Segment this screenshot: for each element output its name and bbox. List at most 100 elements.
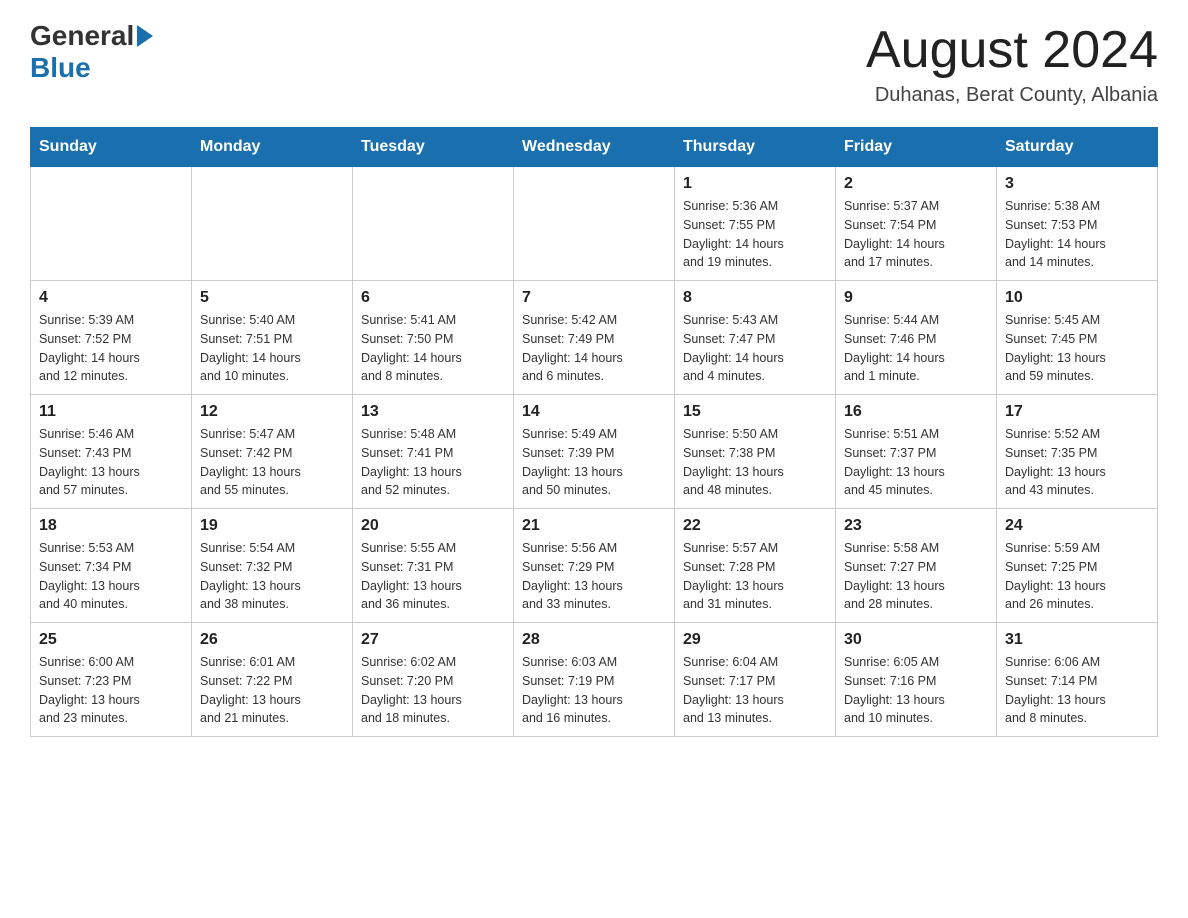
day-info: Sunrise: 5:59 AMSunset: 7:25 PMDaylight:…	[1005, 539, 1149, 614]
header-saturday: Saturday	[997, 128, 1158, 167]
day-number: 1	[683, 175, 827, 193]
calendar-week-3: 11Sunrise: 5:46 AMSunset: 7:43 PMDayligh…	[31, 395, 1158, 509]
calendar-cell-w1-d5: 1 Sunrise: 5:36 AMSunset: 7:55 PMDaylight…	[675, 167, 836, 281]
day-info: Sunrise: 5:57 AMSunset: 7:28 PMDaylight:…	[683, 539, 827, 614]
calendar-cell-w5-d1: 25 Sunrise: 6:00 AMSunset: 7:23 PMDayligh…	[31, 623, 192, 737]
calendar-cell-w5-d5: 29 Sunrise: 6:04 AMSunset: 7:17 PMDayligh…	[675, 623, 836, 737]
calendar-cell-w1-d6: 2 Sunrise: 5:37 AMSunset: 7:54 PMDaylight…	[836, 167, 997, 281]
day-number: 9	[844, 289, 988, 307]
day-number: 19	[200, 517, 344, 535]
calendar-cell-w1-d1	[31, 167, 192, 281]
day-number: 3	[1005, 175, 1149, 193]
calendar-cell-w2-d4: 7Sunrise: 5:42 AMSunset: 7:49 PMDaylight…	[514, 281, 675, 395]
day-number: 21	[522, 517, 666, 535]
day-info: Sunrise: 5:58 AMSunset: 7:27 PMDaylight:…	[844, 539, 988, 614]
day-number: 5	[200, 289, 344, 307]
calendar-cell-w3-d1: 11Sunrise: 5:46 AMSunset: 7:43 PMDayligh…	[31, 395, 192, 509]
day-info: Sunrise: 5:38 AMSunset: 7:53 PMDaylight:…	[1005, 197, 1149, 272]
day-info: Sunrise: 5:47 AMSunset: 7:42 PMDaylight:…	[200, 425, 344, 500]
day-info: Sunrise: 5:49 AMSunset: 7:39 PMDaylight:…	[522, 425, 666, 500]
day-info: Sunrise: 5:54 AMSunset: 7:32 PMDaylight:…	[200, 539, 344, 614]
calendar-cell-w2-d6: 9 Sunrise: 5:44 AMSunset: 7:46 PMDaylight…	[836, 281, 997, 395]
calendar-cell-w5-d4: 28 Sunrise: 6:03 AMSunset: 7:19 PMDayligh…	[514, 623, 675, 737]
calendar-cell-w4-d1: 18 Sunrise: 5:53 AMSunset: 7:34 PMDayligh…	[31, 509, 192, 623]
day-info: Sunrise: 6:03 AMSunset: 7:19 PMDaylight:…	[522, 653, 666, 728]
calendar-cell-w2-d7: 10 Sunrise: 5:45 AMSunset: 7:45 PMDayligh…	[997, 281, 1158, 395]
calendar-cell-w4-d3: 20Sunrise: 5:55 AMSunset: 7:31 PMDayligh…	[353, 509, 514, 623]
day-number: 27	[361, 631, 505, 649]
day-number: 31	[1005, 631, 1149, 649]
day-number: 8	[683, 289, 827, 307]
location-subtitle: Duhanas, Berat County, Albania	[866, 84, 1158, 107]
day-info: Sunrise: 5:50 AMSunset: 7:38 PMDaylight:…	[683, 425, 827, 500]
day-number: 12	[200, 403, 344, 421]
day-number: 29	[683, 631, 827, 649]
calendar-cell-w5-d7: 31 Sunrise: 6:06 AMSunset: 7:14 PMDayligh…	[997, 623, 1158, 737]
day-number: 24	[1005, 517, 1149, 535]
calendar-cell-w5-d2: 26 Sunrise: 6:01 AMSunset: 7:22 PMDayligh…	[192, 623, 353, 737]
day-number: 16	[844, 403, 988, 421]
weekday-header-row: Sunday Monday Tuesday Wednesday Thursday…	[31, 128, 1158, 167]
day-info: Sunrise: 5:40 AMSunset: 7:51 PMDaylight:…	[200, 311, 344, 386]
day-info: Sunrise: 6:02 AMSunset: 7:20 PMDaylight:…	[361, 653, 505, 728]
page-header: General Blue August 2024 Duhanas, Berat …	[30, 20, 1158, 107]
calendar-cell-w1-d2	[192, 167, 353, 281]
day-number: 28	[522, 631, 666, 649]
day-info: Sunrise: 5:56 AMSunset: 7:29 PMDaylight:…	[522, 539, 666, 614]
day-info: Sunrise: 6:06 AMSunset: 7:14 PMDaylight:…	[1005, 653, 1149, 728]
day-number: 10	[1005, 289, 1149, 307]
calendar-cell-w1-d3	[353, 167, 514, 281]
calendar-week-4: 18 Sunrise: 5:53 AMSunset: 7:34 PMDayligh…	[31, 509, 1158, 623]
header-sunday: Sunday	[31, 128, 192, 167]
day-info: Sunrise: 5:48 AMSunset: 7:41 PMDaylight:…	[361, 425, 505, 500]
day-info: Sunrise: 6:01 AMSunset: 7:22 PMDaylight:…	[200, 653, 344, 728]
title-section: August 2024 Duhanas, Berat County, Alban…	[866, 20, 1158, 107]
calendar-cell-w4-d4: 21 Sunrise: 5:56 AMSunset: 7:29 PMDayligh…	[514, 509, 675, 623]
calendar-cell-w4-d2: 19 Sunrise: 5:54 AMSunset: 7:32 PMDayligh…	[192, 509, 353, 623]
calendar-cell-w3-d4: 14Sunrise: 5:49 AMSunset: 7:39 PMDayligh…	[514, 395, 675, 509]
day-number: 25	[39, 631, 183, 649]
logo-arrow-icon	[137, 25, 153, 47]
calendar-week-2: 4Sunrise: 5:39 AMSunset: 7:52 PMDaylight…	[31, 281, 1158, 395]
day-info: Sunrise: 5:37 AMSunset: 7:54 PMDaylight:…	[844, 197, 988, 272]
day-number: 15	[683, 403, 827, 421]
calendar-cell-w5-d6: 30 Sunrise: 6:05 AMSunset: 7:16 PMDayligh…	[836, 623, 997, 737]
day-info: Sunrise: 5:53 AMSunset: 7:34 PMDaylight:…	[39, 539, 183, 614]
calendar-cell-w3-d5: 15 Sunrise: 5:50 AMSunset: 7:38 PMDayligh…	[675, 395, 836, 509]
calendar-cell-w3-d3: 13 Sunrise: 5:48 AMSunset: 7:41 PMDayligh…	[353, 395, 514, 509]
calendar-cell-w3-d7: 17 Sunrise: 5:52 AMSunset: 7:35 PMDayligh…	[997, 395, 1158, 509]
header-thursday: Thursday	[675, 128, 836, 167]
calendar-cell-w3-d6: 16 Sunrise: 5:51 AMSunset: 7:37 PMDayligh…	[836, 395, 997, 509]
calendar-cell-w4-d5: 22 Sunrise: 5:57 AMSunset: 7:28 PMDayligh…	[675, 509, 836, 623]
day-info: Sunrise: 6:05 AMSunset: 7:16 PMDaylight:…	[844, 653, 988, 728]
calendar-cell-w2-d3: 6Sunrise: 5:41 AMSunset: 7:50 PMDaylight…	[353, 281, 514, 395]
calendar-week-1: 1 Sunrise: 5:36 AMSunset: 7:55 PMDaylight…	[31, 167, 1158, 281]
day-info: Sunrise: 5:45 AMSunset: 7:45 PMDaylight:…	[1005, 311, 1149, 386]
header-tuesday: Tuesday	[353, 128, 514, 167]
day-number: 22	[683, 517, 827, 535]
day-info: Sunrise: 5:36 AMSunset: 7:55 PMDaylight:…	[683, 197, 827, 272]
day-info: Sunrise: 6:04 AMSunset: 7:17 PMDaylight:…	[683, 653, 827, 728]
logo-general-text: General	[30, 20, 134, 52]
header-monday: Monday	[192, 128, 353, 167]
day-info: Sunrise: 5:51 AMSunset: 7:37 PMDaylight:…	[844, 425, 988, 500]
calendar-cell-w5-d3: 27 Sunrise: 6:02 AMSunset: 7:20 PMDayligh…	[353, 623, 514, 737]
day-number: 17	[1005, 403, 1149, 421]
day-number: 30	[844, 631, 988, 649]
day-number: 23	[844, 517, 988, 535]
logo: General Blue	[30, 20, 156, 84]
day-info: Sunrise: 6:00 AMSunset: 7:23 PMDaylight:…	[39, 653, 183, 728]
header-friday: Friday	[836, 128, 997, 167]
day-number: 7	[522, 289, 666, 307]
day-info: Sunrise: 5:44 AMSunset: 7:46 PMDaylight:…	[844, 311, 988, 386]
calendar-cell-w2-d1: 4Sunrise: 5:39 AMSunset: 7:52 PMDaylight…	[31, 281, 192, 395]
month-year-title: August 2024	[866, 20, 1158, 80]
calendar-cell-w4-d6: 23 Sunrise: 5:58 AMSunset: 7:27 PMDayligh…	[836, 509, 997, 623]
day-info: Sunrise: 5:52 AMSunset: 7:35 PMDaylight:…	[1005, 425, 1149, 500]
day-number: 13	[361, 403, 505, 421]
day-number: 18	[39, 517, 183, 535]
calendar-cell-w3-d2: 12 Sunrise: 5:47 AMSunset: 7:42 PMDayligh…	[192, 395, 353, 509]
calendar-cell-w2-d5: 8Sunrise: 5:43 AMSunset: 7:47 PMDaylight…	[675, 281, 836, 395]
day-number: 26	[200, 631, 344, 649]
day-number: 2	[844, 175, 988, 193]
